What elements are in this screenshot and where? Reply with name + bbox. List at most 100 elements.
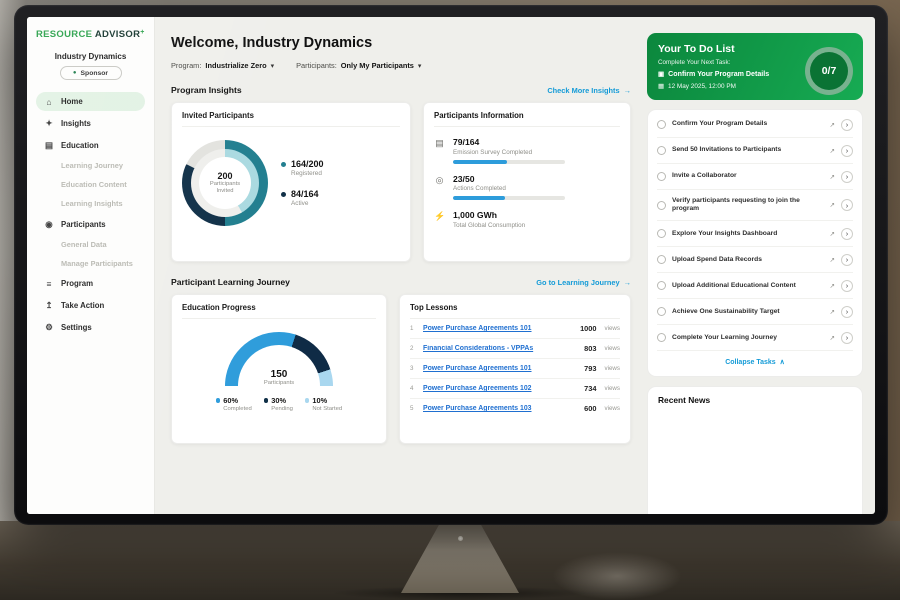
collapse-tasks-button[interactable]: Collapse Tasks ∧ bbox=[657, 351, 853, 374]
legend-dot-lightblue bbox=[305, 398, 310, 403]
logo-plus: + bbox=[140, 29, 144, 36]
sidebar-nav: ⌂ Home ✦ Insights ▤ Education Learning J… bbox=[36, 92, 145, 337]
task-label: Invite a Collaborator bbox=[672, 172, 824, 181]
task-checkbox[interactable] bbox=[657, 120, 666, 129]
todo-progress-ring: 0/7 bbox=[805, 47, 853, 95]
survey-icon: ▤ bbox=[434, 138, 445, 149]
chevron-right-button[interactable]: › bbox=[841, 332, 853, 344]
task-checkbox[interactable] bbox=[657, 255, 666, 264]
participants-information-card: Participants Information ▤ 79/164 Emissi… bbox=[423, 102, 631, 262]
task-label: Upload Spend Data Records bbox=[672, 256, 824, 265]
task-row-verify-participants[interactable]: Verify participants requesting to join t… bbox=[657, 190, 853, 221]
power-led bbox=[458, 536, 463, 541]
task-checkbox[interactable] bbox=[657, 146, 666, 155]
page-title: Welcome, Industry Dynamics bbox=[171, 35, 631, 51]
sidebar-item-label: Settings bbox=[61, 323, 92, 332]
task-row-complete-learning-journey[interactable]: Complete Your Learning Journey ↗ › bbox=[657, 325, 853, 351]
program-dropdown[interactable]: Program: Industrialize Zero ▾ bbox=[171, 61, 274, 70]
sidebar-item-general-data[interactable]: General Data bbox=[36, 236, 145, 253]
legend-value: 30% bbox=[271, 396, 286, 405]
lesson-row[interactable]: 1 Power Purchase Agreements 101 1000 vie… bbox=[410, 319, 620, 339]
sidebar-item-learning-journey[interactable]: Learning Journey bbox=[36, 157, 145, 174]
participants-dropdown[interactable]: Participants: Only My Participants ▾ bbox=[296, 61, 421, 70]
logo-text-secondary: ADVISOR bbox=[95, 29, 140, 40]
stat-label: Total Global Consumption bbox=[453, 222, 525, 229]
gauge-center-label: Participants bbox=[225, 380, 333, 386]
check-more-insights-link[interactable]: Check More Insights → bbox=[547, 86, 631, 95]
section-title-program-insights: Program Insights bbox=[171, 85, 242, 95]
app-logo: RESOURCE ADVISOR+ bbox=[36, 29, 145, 40]
chevron-down-icon: ▾ bbox=[271, 62, 275, 70]
sidebar-item-program[interactable]: ≡ Program bbox=[36, 274, 145, 293]
task-row-confirm-program[interactable]: Confirm Your Program Details ↗ › bbox=[657, 112, 853, 138]
lesson-title-link[interactable]: Power Purchase Agreements 101 bbox=[423, 325, 574, 332]
lesson-title-link[interactable]: Power Purchase Agreements 102 bbox=[423, 385, 578, 392]
lesson-views-label: views bbox=[605, 345, 620, 352]
stat-global-consumption: ⚡ 1,000 GWh Total Global Consumption bbox=[434, 210, 620, 229]
consumption-icon: ⚡ bbox=[434, 211, 445, 222]
lesson-title-link[interactable]: Power Purchase Agreements 103 bbox=[423, 405, 578, 412]
task-row-invite-collaborator[interactable]: Invite a Collaborator ↗ › bbox=[657, 164, 853, 190]
gauge-center-value: 150 bbox=[225, 369, 333, 380]
task-row-upload-spend-data[interactable]: Upload Spend Data Records ↗ › bbox=[657, 247, 853, 273]
lesson-title-link[interactable]: Financial Considerations - VPPAs bbox=[423, 345, 578, 352]
sidebar-item-settings[interactable]: ⚙ Settings bbox=[36, 317, 145, 337]
task-row-send-invitations[interactable]: Send 50 Invitations to Participants ↗ › bbox=[657, 138, 853, 164]
chevron-right-button[interactable]: › bbox=[841, 228, 853, 240]
take-action-icon: ↥ bbox=[44, 300, 54, 311]
todo-next-task[interactable]: ▣ Confirm Your Program Details bbox=[658, 70, 798, 78]
legend-item-not-started: 10% Not Started bbox=[305, 396, 342, 412]
sidebar: RESOURCE ADVISOR+ Industry Dynamics ● Sp… bbox=[27, 17, 155, 514]
education-icon: ▤ bbox=[44, 140, 54, 151]
sidebar-item-take-action[interactable]: ↥ Take Action bbox=[36, 295, 145, 315]
sidebar-item-learning-insights[interactable]: Learning Insights bbox=[36, 195, 145, 212]
chevron-right-button[interactable]: › bbox=[841, 254, 853, 266]
sidebar-item-education[interactable]: ▤ Education bbox=[36, 135, 145, 155]
legend-item-registered: 164/200 Registered bbox=[281, 159, 324, 177]
lesson-row[interactable]: 3 Power Purchase Agreements 101 793 view… bbox=[410, 359, 620, 379]
task-label: Explore Your Insights Dashboard bbox=[672, 230, 824, 239]
sidebar-item-manage-participants[interactable]: Manage Participants bbox=[36, 255, 145, 272]
legend-item-completed: 60% Completed bbox=[216, 396, 252, 412]
task-checkbox[interactable] bbox=[657, 333, 666, 342]
sidebar-item-education-content[interactable]: Education Content bbox=[36, 176, 145, 193]
legend-dot-blue bbox=[216, 398, 221, 403]
sidebar-item-insights[interactable]: ✦ Insights bbox=[36, 113, 145, 133]
task-checkbox[interactable] bbox=[657, 281, 666, 290]
todo-summary-card: Your To Do List Complete Your Next Task:… bbox=[647, 33, 863, 100]
chevron-right-button[interactable]: › bbox=[841, 171, 853, 183]
task-checkbox[interactable] bbox=[657, 307, 666, 316]
chevron-right-button[interactable]: › bbox=[841, 306, 853, 318]
donut-center-value: 200 bbox=[217, 171, 232, 181]
legend-item-pending: 30% Pending bbox=[264, 396, 293, 412]
task-row-upload-educational-content[interactable]: Upload Additional Educational Content ↗ … bbox=[657, 273, 853, 299]
sidebar-item-participants[interactable]: ◉ Participants bbox=[36, 214, 145, 234]
task-label: Upload Additional Educational Content bbox=[672, 282, 824, 291]
chevron-right-button[interactable]: › bbox=[841, 280, 853, 292]
task-checkbox[interactable] bbox=[657, 201, 666, 210]
chevron-right-icon: › bbox=[846, 333, 849, 342]
task-checkbox[interactable] bbox=[657, 229, 666, 238]
sidebar-item-label: Participants bbox=[61, 220, 106, 229]
link-label: Go to Learning Journey bbox=[536, 278, 619, 287]
task-row-achieve-target[interactable]: Achieve One Sustainability Target ↗ › bbox=[657, 299, 853, 325]
lesson-title-link[interactable]: Power Purchase Agreements 101 bbox=[423, 365, 578, 372]
lesson-views-label: views bbox=[605, 365, 620, 372]
todo-panel: Your To Do List Complete Your Next Task:… bbox=[643, 17, 875, 514]
chevron-right-button[interactable]: › bbox=[841, 119, 853, 131]
go-to-learning-journey-link[interactable]: Go to Learning Journey → bbox=[536, 278, 631, 287]
task-checkbox[interactable] bbox=[657, 172, 666, 181]
chevron-down-icon: ▾ bbox=[418, 62, 422, 70]
lesson-row[interactable]: 5 Power Purchase Agreements 103 600 view… bbox=[410, 399, 620, 418]
lesson-row[interactable]: 4 Power Purchase Agreements 102 734 view… bbox=[410, 379, 620, 399]
lesson-rank: 5 bbox=[410, 405, 417, 412]
lesson-row[interactable]: 2 Financial Considerations - VPPAs 803 v… bbox=[410, 339, 620, 359]
chevron-right-button[interactable]: › bbox=[841, 199, 853, 211]
gauge-center: 150 Participants bbox=[225, 369, 333, 386]
task-row-explore-insights[interactable]: Explore Your Insights Dashboard ↗ › bbox=[657, 221, 853, 247]
chevron-right-button[interactable]: › bbox=[841, 145, 853, 157]
sidebar-item-home[interactable]: ⌂ Home bbox=[36, 92, 145, 111]
task-label: Complete Your Learning Journey bbox=[672, 334, 824, 343]
chevron-right-icon: › bbox=[846, 307, 849, 316]
arrow-right-icon: → bbox=[624, 278, 631, 287]
